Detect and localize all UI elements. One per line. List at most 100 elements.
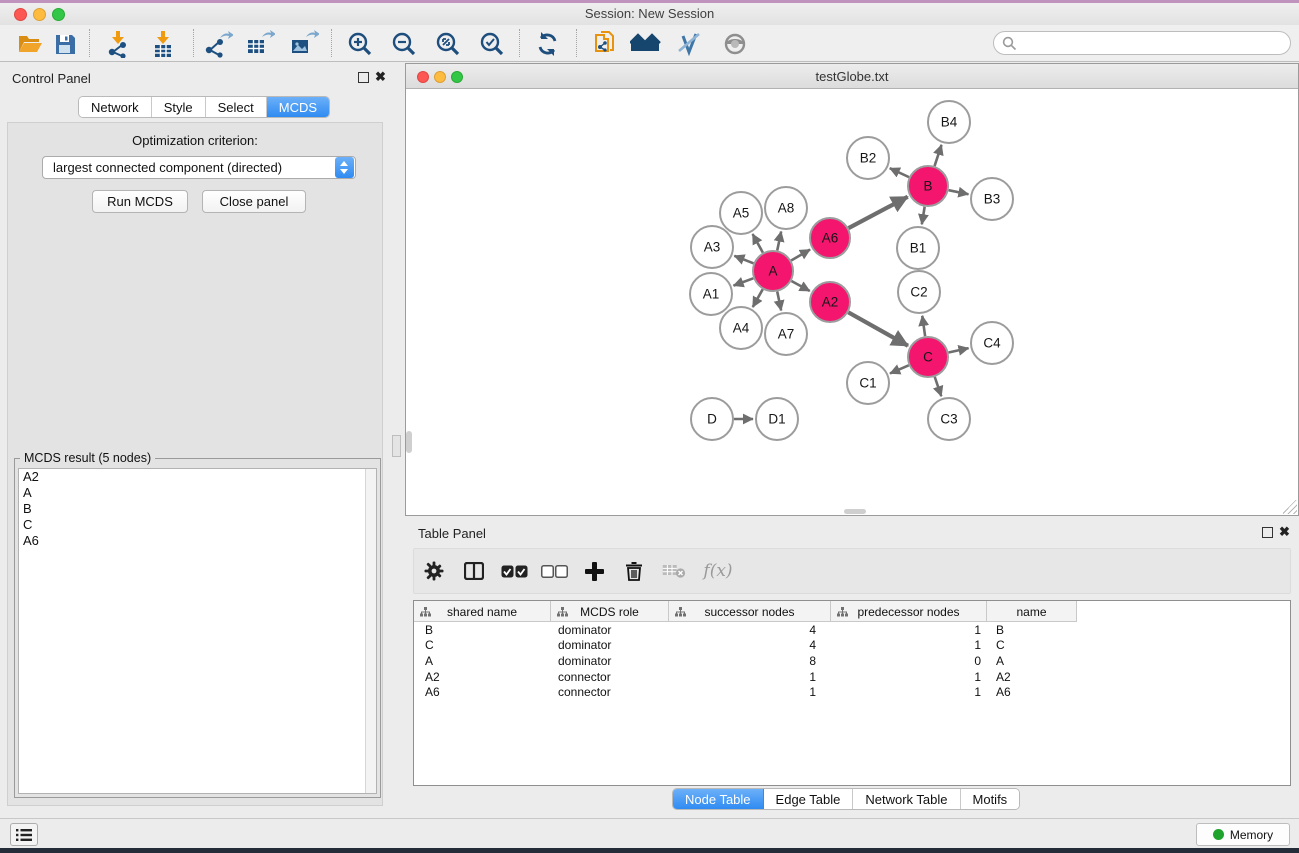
clone-network-button[interactable]	[588, 28, 622, 59]
edge-C-C2[interactable]	[922, 316, 925, 336]
edge-A-A1[interactable]	[734, 278, 754, 285]
node-C3[interactable]: C3	[928, 398, 970, 440]
node-C[interactable]: C	[908, 337, 948, 377]
float-panel-icon[interactable]	[358, 72, 369, 83]
table-row[interactable]: A2connector11A2	[414, 669, 1290, 685]
cell-MCDS-role[interactable]: dominator	[551, 654, 669, 668]
cell-name[interactable]: B	[987, 623, 1077, 637]
splitter-grip[interactable]	[392, 435, 401, 457]
float-table-panel-icon[interactable]	[1262, 527, 1273, 538]
cell-MCDS-role[interactable]: dominator	[551, 623, 669, 637]
tab-select[interactable]: Select	[206, 97, 267, 117]
node-A1[interactable]: A1	[690, 273, 732, 315]
edge-A-A8[interactable]	[777, 232, 781, 251]
table-settings-button[interactable]	[414, 561, 454, 581]
cell-shared-name[interactable]: A2	[414, 670, 551, 684]
cell-name[interactable]: A2	[987, 670, 1077, 684]
cell-shared-name[interactable]: B	[414, 623, 551, 637]
result-scrollbar[interactable]	[365, 469, 376, 793]
cell-successor-nodes[interactable]: 4	[669, 638, 831, 652]
edge-A2-C[interactable]	[848, 312, 908, 345]
edge-A-A3[interactable]	[734, 256, 753, 264]
network-horizontal-scroll-thumb[interactable]	[844, 509, 866, 514]
search-field[interactable]	[993, 31, 1291, 55]
node-B3[interactable]: B3	[971, 178, 1013, 220]
column-header-MCDS-role[interactable]: MCDS role	[551, 601, 669, 622]
network-vertical-scroll-thumb[interactable]	[406, 431, 412, 453]
open-session-button[interactable]	[13, 28, 47, 59]
column-header-shared-name[interactable]: shared name	[414, 601, 551, 622]
zoom-out-button[interactable]	[387, 28, 421, 59]
edge-A6-B[interactable]	[849, 197, 908, 228]
cell-successor-nodes[interactable]: 4	[669, 623, 831, 637]
column-header-successor-nodes[interactable]: successor nodes	[669, 601, 831, 622]
import-table-button[interactable]	[147, 28, 181, 59]
cell-predecessor-nodes[interactable]: 1	[831, 623, 987, 637]
node-C1[interactable]: C1	[847, 362, 889, 404]
table-row[interactable]: Adominator80A	[414, 653, 1290, 669]
node-A8[interactable]: A8	[765, 187, 807, 229]
function-builder-button[interactable]: f(x)	[694, 561, 742, 581]
node-A[interactable]: A	[753, 251, 793, 291]
result-item[interactable]: A	[19, 485, 376, 501]
edge-B-B4[interactable]	[935, 145, 942, 166]
edge-A-A4[interactable]	[753, 289, 763, 307]
criterion-dropdown[interactable]: largest connected component (directed)	[42, 156, 356, 179]
main-titlebar[interactable]: Session: New Session	[0, 3, 1299, 25]
tab-motifs[interactable]: Motifs	[961, 789, 1020, 809]
node-B[interactable]: B	[908, 166, 948, 206]
node-B2[interactable]: B2	[847, 137, 889, 179]
tab-mcds[interactable]: MCDS	[267, 97, 329, 117]
tab-network[interactable]: Network	[79, 97, 152, 117]
delete-table-button[interactable]	[654, 564, 694, 579]
node-table[interactable]: shared nameMCDS rolesuccessor nodesprede…	[413, 600, 1291, 786]
tab-network-table[interactable]: Network Table	[853, 789, 960, 809]
edge-B-B1[interactable]	[922, 207, 925, 225]
cell-name[interactable]: C	[987, 638, 1077, 652]
cell-MCDS-role[interactable]: dominator	[551, 638, 669, 652]
cell-name[interactable]: A6	[987, 685, 1077, 699]
tab-style[interactable]: Style	[152, 97, 206, 117]
add-column-button[interactable]	[574, 562, 614, 581]
close-table-panel-icon[interactable]: ✖	[1279, 525, 1290, 539]
edge-C-C4[interactable]	[949, 348, 969, 352]
edge-B-B3[interactable]	[949, 190, 969, 194]
close-panel-icon[interactable]: ✖	[375, 70, 386, 84]
result-item[interactable]: A6	[19, 533, 376, 549]
cell-predecessor-nodes[interactable]: 1	[831, 685, 987, 699]
network-graph[interactable]: B4B2BB3A5A8A6A3B1AA1C2A2A4A7C4CC1C3DD1	[406, 89, 1298, 515]
run-mcds-button[interactable]: Run MCDS	[92, 190, 188, 213]
network-canvas[interactable]: B4B2BB3A5A8A6A3B1AA1C2A2A4A7C4CC1C3DD1	[406, 89, 1298, 515]
tab-edge-table[interactable]: Edge Table	[764, 789, 854, 809]
node-D1[interactable]: D1	[756, 398, 798, 440]
memory-button[interactable]: Memory	[1196, 823, 1290, 846]
import-network-button[interactable]	[102, 28, 136, 59]
edge-A-A6[interactable]	[791, 250, 810, 261]
cell-name[interactable]: A	[987, 654, 1077, 668]
node-C4[interactable]: C4	[971, 322, 1013, 364]
zoom-fit-button[interactable]	[431, 28, 465, 59]
column-header-name[interactable]: name	[987, 601, 1077, 622]
show-graphics-details-button[interactable]	[718, 28, 752, 59]
edge-A-A7[interactable]	[777, 292, 781, 311]
node-B1[interactable]: B1	[897, 227, 939, 269]
cell-successor-nodes[interactable]: 1	[669, 685, 831, 699]
zoom-selected-button[interactable]	[475, 28, 509, 59]
destroy-network-button[interactable]	[630, 28, 664, 59]
node-A5[interactable]: A5	[720, 192, 762, 234]
tab-node-table[interactable]: Node Table	[673, 789, 764, 809]
network-window-titlebar[interactable]: testGlobe.txt	[406, 64, 1298, 89]
hide-labels-button[interactable]	[673, 28, 707, 59]
zoom-in-button[interactable]	[343, 28, 377, 59]
network-resize-grip[interactable]	[1283, 500, 1297, 514]
mcds-result-list[interactable]: A2ABCA6	[18, 468, 377, 794]
close-panel-button[interactable]: Close panel	[202, 190, 306, 213]
edge-A-A2[interactable]	[791, 281, 809, 291]
show-columns-button[interactable]	[454, 562, 494, 580]
export-image-button[interactable]	[287, 28, 321, 59]
node-A2[interactable]: A2	[810, 282, 850, 322]
node-A4[interactable]: A4	[720, 307, 762, 349]
result-item[interactable]: A2	[19, 469, 376, 485]
edge-C-C1[interactable]	[890, 365, 909, 373]
cell-successor-nodes[interactable]: 8	[669, 654, 831, 668]
